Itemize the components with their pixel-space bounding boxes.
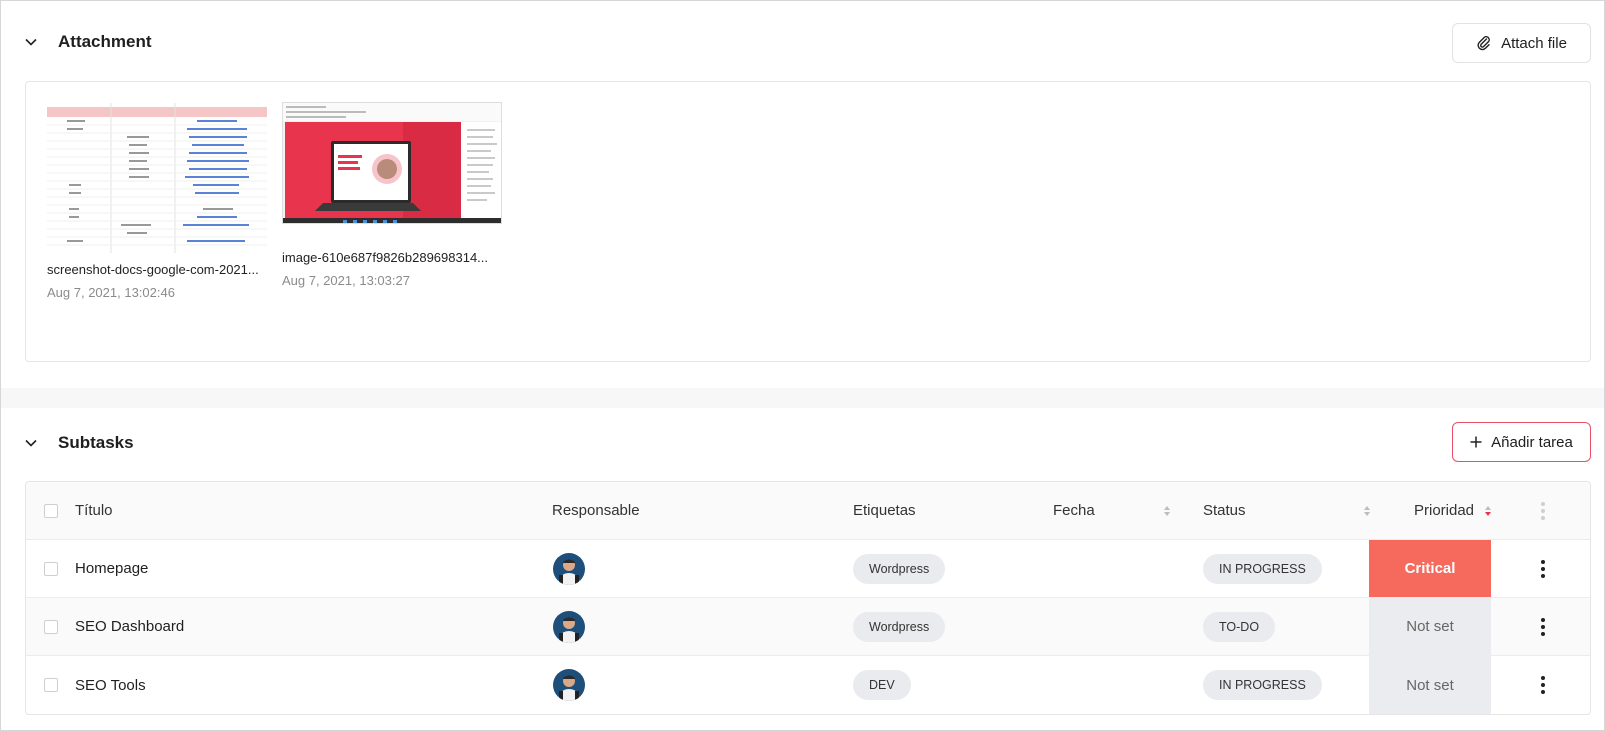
column-header-date-label: Fecha — [1053, 502, 1095, 519]
attachment-item[interactable]: image-610e687f9826b289698314... Aug 7, 2… — [282, 102, 504, 288]
priority-cell[interactable]: Critical — [1369, 540, 1491, 597]
attachment-header[interactable]: Attachment — [24, 32, 152, 52]
tag-chip[interactable]: Wordpress — [853, 553, 946, 584]
tag-chip[interactable]: DEV — [853, 670, 911, 700]
attach-file-label: Attach file — [1501, 34, 1567, 52]
task-title[interactable]: Homepage — [75, 540, 148, 597]
avatar[interactable] — [553, 610, 585, 643]
sort-icon[interactable] — [1163, 505, 1171, 517]
column-header-tags[interactable]: Etiquetas — [853, 482, 916, 539]
chevron-down-icon[interactable] — [24, 436, 38, 450]
table-row[interactable]: Homepage Wordpress IN PROGRESS Critical — [26, 540, 1590, 598]
row-checkbox[interactable] — [44, 678, 58, 692]
status-chip[interactable]: IN PROGRESS — [1203, 553, 1322, 584]
avatar[interactable] — [553, 669, 585, 701]
paperclip-icon — [1477, 36, 1490, 51]
attachment-item[interactable]: screenshot-docs-google-com-2021... Aug 7… — [47, 103, 269, 300]
task-title[interactable]: SEO Tools — [75, 656, 146, 714]
attachment-panel: screenshot-docs-google-com-2021... Aug 7… — [25, 81, 1591, 362]
table-header-row: Título Responsable Etiquetas Fecha Statu… — [26, 482, 1590, 540]
add-task-label: Añadir tarea — [1491, 433, 1573, 451]
priority-cell[interactable]: Not set — [1369, 656, 1491, 714]
subtasks-title: Subtasks — [58, 433, 134, 452]
avatar[interactable] — [553, 552, 585, 585]
tag-chip[interactable]: Wordpress — [853, 611, 946, 642]
sort-desc-icon[interactable] — [1484, 505, 1492, 517]
add-task-button[interactable]: Añadir tarea — [1452, 422, 1591, 462]
attachment-file-name[interactable]: image-610e687f9826b289698314... — [282, 250, 504, 265]
status-chip[interactable]: TO-DO — [1203, 611, 1276, 642]
column-header-date[interactable]: Fecha — [1053, 482, 1171, 539]
spreadsheet-thumbnail[interactable] — [47, 103, 267, 253]
attachment-file-date: Aug 7, 2021, 13:03:27 — [282, 273, 410, 288]
task-title[interactable]: SEO Dashboard — [75, 598, 184, 655]
column-header-status[interactable]: Status — [1203, 482, 1371, 539]
column-header-owner[interactable]: Responsable — [552, 482, 640, 539]
table-row[interactable]: SEO Tools DEV IN PROGRESS Not set — [26, 656, 1590, 714]
attach-file-button[interactable]: Attach file — [1452, 23, 1591, 63]
section-divider — [1, 388, 1604, 408]
column-header-status-label: Status — [1203, 502, 1246, 519]
chevron-down-icon[interactable] — [24, 35, 38, 49]
column-header-priority[interactable]: Prioridad — [1414, 482, 1492, 539]
subtasks-header[interactable]: Subtasks — [24, 433, 134, 453]
attachment-title: Attachment — [58, 32, 152, 51]
more-options-icon[interactable] — [1538, 676, 1548, 694]
select-all-checkbox[interactable] — [44, 503, 58, 518]
priority-cell[interactable]: Not set — [1369, 598, 1491, 655]
status-chip[interactable]: IN PROGRESS — [1203, 670, 1322, 700]
column-options-icon[interactable] — [1538, 501, 1548, 520]
more-options-icon[interactable] — [1538, 559, 1548, 578]
column-header-priority-label: Prioridad — [1414, 502, 1475, 519]
column-header-title[interactable]: Título — [75, 482, 113, 539]
row-checkbox[interactable] — [44, 619, 58, 634]
attachment-file-date: Aug 7, 2021, 13:02:46 — [47, 285, 175, 300]
more-options-icon[interactable] — [1538, 617, 1548, 636]
table-row[interactable]: SEO Dashboard Wordpress TO-DO Not set — [26, 598, 1590, 656]
attachment-file-name[interactable]: screenshot-docs-google-com-2021... — [47, 262, 269, 277]
plus-icon — [1470, 436, 1482, 448]
sort-icon[interactable] — [1363, 505, 1371, 517]
row-checkbox[interactable] — [44, 561, 58, 576]
subtasks-table: Título Responsable Etiquetas Fecha Statu… — [25, 481, 1591, 715]
image-thumbnail[interactable] — [282, 102, 502, 224]
